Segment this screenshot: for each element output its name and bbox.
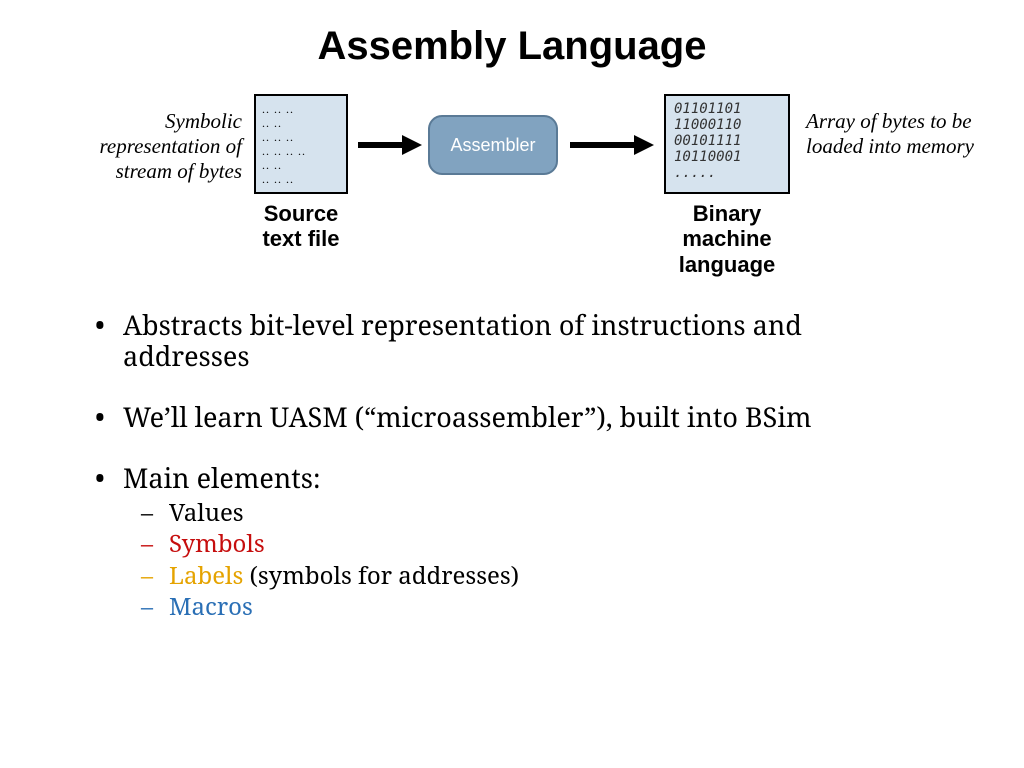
binary-l5: ..... — [674, 165, 780, 181]
binary-l2: 11000110 — [674, 117, 780, 133]
dash-icon: – — [141, 591, 169, 622]
sub-bullet-item: – Labels (symbols for addresses) — [141, 560, 929, 591]
dash-icon: – — [141, 528, 169, 559]
dash-icon: – — [141, 560, 169, 591]
binary-label: Binary machine language — [664, 201, 790, 277]
bullet-text: Abstracts bit-level representation of in… — [123, 309, 929, 371]
arrow-icon — [356, 133, 424, 157]
binary-label-l1: Binary — [693, 201, 761, 226]
bullet-list: • Abstracts bit-level representation of … — [0, 289, 1024, 622]
right-caption: Array of bytes to be loaded into memory — [806, 109, 986, 159]
sub-bullet-colored: Labels — [169, 559, 243, 592]
sub-bullet-list: – Values – Symbols – Labels (symbols for… — [95, 497, 929, 622]
bullet-text: We’ll learn UASM (“microassembler”), bui… — [123, 401, 929, 432]
source-label-l1: Source — [264, 201, 339, 226]
bullet-dot-icon: • — [95, 401, 123, 432]
bullet-dot-icon: • — [95, 309, 123, 371]
left-caption: Symbolic representation of stream of byt… — [42, 109, 242, 185]
binary-label-l2: machine — [682, 226, 771, 251]
binary-l4: 10110001 — [674, 149, 780, 165]
source-label-l2: text file — [262, 226, 339, 251]
binary-l1: 01101101 — [674, 101, 780, 117]
bullet-dot-icon: • — [95, 462, 123, 493]
bullet-item: • Main elements: — [95, 462, 929, 493]
binary-output-box: 01101101 11000110 00101111 10110001 ....… — [664, 94, 790, 194]
sub-bullet-item: – Symbols — [141, 528, 929, 559]
source-label: Source text file — [254, 201, 348, 252]
source-text-placeholder: .. .. .. .. .. .. .. .. .. .. .. .. .. .… — [262, 102, 340, 194]
arrow-icon — [568, 133, 658, 157]
assembler-box: Assembler — [428, 115, 558, 175]
bullet-text: Main elements: — [123, 462, 929, 493]
binary-l3: 00101111 — [674, 133, 780, 149]
sub-bullet-item: – Values — [141, 497, 929, 528]
source-file-box: .. .. .. .. .. .. .. .. .. .. .. .. .. .… — [254, 94, 348, 194]
bullet-item: • We’ll learn UASM (“microassembler”), b… — [95, 401, 929, 432]
sub-bullet-text: Symbols — [169, 528, 265, 559]
sub-bullet-text: Macros — [169, 591, 253, 622]
slide-title: Assembly Language — [0, 0, 1024, 89]
dash-icon: – — [141, 497, 169, 528]
bullet-item: • Abstracts bit-level representation of … — [95, 309, 929, 371]
sub-bullet-rest: (symbols for addresses) — [243, 559, 519, 592]
diagram-area: Symbolic representation of stream of byt… — [0, 89, 1024, 289]
sub-bullet-item: – Macros — [141, 591, 929, 622]
binary-label-l3: language — [679, 252, 776, 277]
sub-bullet-text: Labels (symbols for addresses) — [169, 560, 519, 591]
sub-bullet-text: Values — [169, 497, 244, 528]
